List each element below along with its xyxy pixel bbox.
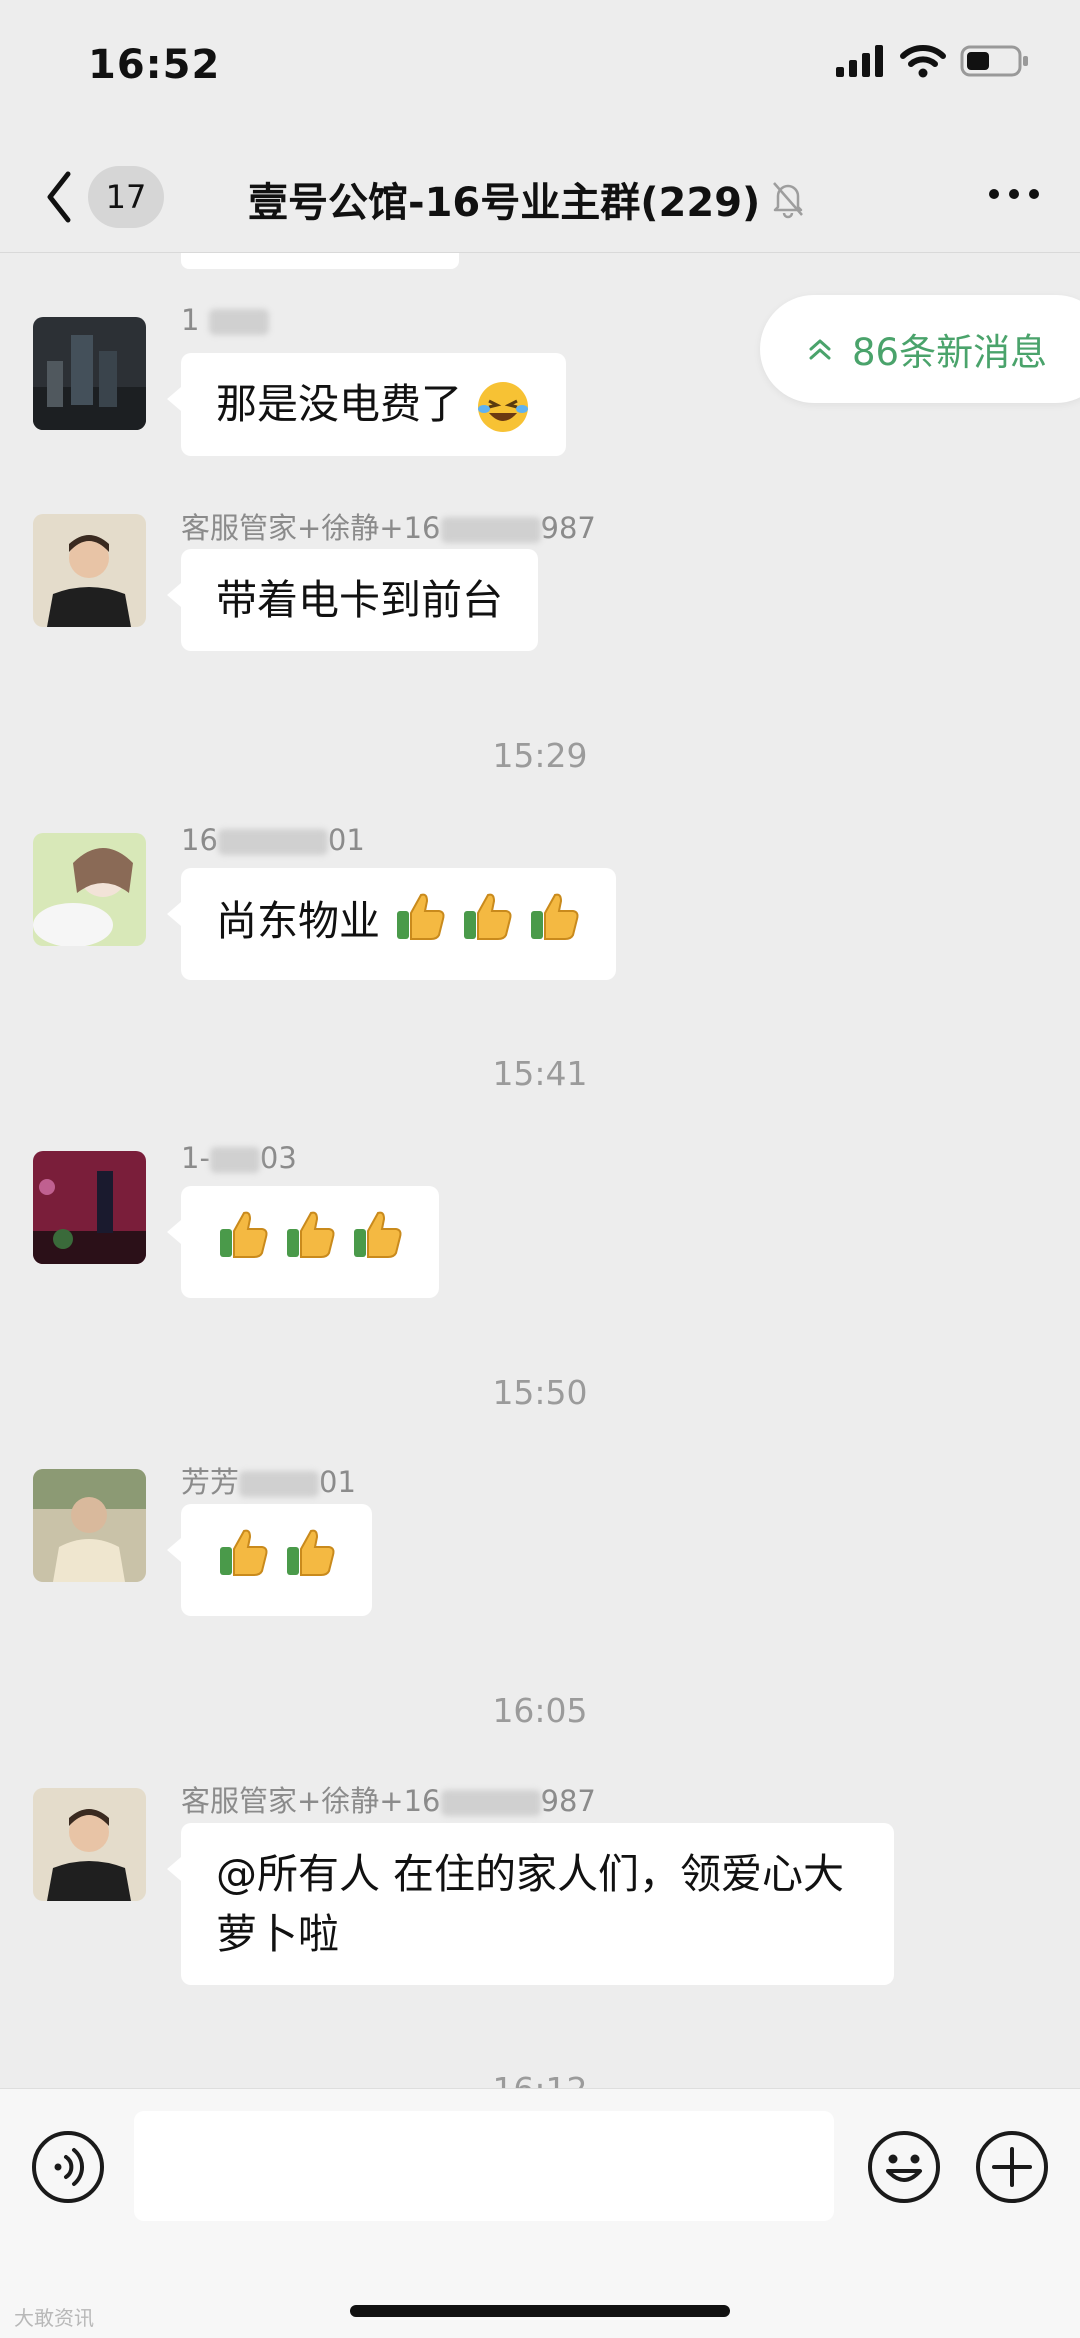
double-up-arrow-icon — [809, 339, 831, 360]
chat-title: 壹号公馆-16号业主群(229) — [248, 180, 761, 226]
unread-count-badge: 17 — [88, 166, 164, 228]
message-bubble[interactable]: 带着电卡到前台 — [167, 549, 538, 651]
battery-icon — [960, 45, 1028, 77]
home-indicator[interactable] — [350, 2305, 730, 2317]
message-bubble-partial — [181, 253, 459, 269]
mute-bell-icon — [773, 182, 804, 219]
voice-icon[interactable] — [30, 2129, 106, 2205]
status-bar: 16:52 — [0, 0, 1080, 140]
thumbs-up-emoji — [216, 1525, 270, 1595]
plus-icon[interactable] — [974, 2129, 1050, 2205]
timestamp: 15:50 — [492, 1373, 588, 1412]
thumbs-up-emoji — [283, 1207, 337, 1277]
thumbs-up-emoji — [393, 889, 447, 959]
avatar[interactable] — [33, 833, 146, 946]
timestamp: 15:29 — [492, 736, 588, 775]
message-text: 带着电卡到前台 — [216, 576, 503, 624]
watermark: 大敢资讯 — [14, 2306, 94, 2330]
message-bubble[interactable]: @所有人 在住的家人们，领爱心大萝卜啦 — [167, 1823, 894, 1985]
timestamp: 16:12 — [0, 2070, 1080, 2088]
timestamp: 15:41 — [492, 1054, 588, 1093]
avatar[interactable] — [33, 317, 146, 430]
thumbs-up-emoji — [283, 1525, 337, 1595]
back-button[interactable]: 17 — [44, 166, 174, 228]
status-time: 16:52 — [88, 42, 221, 88]
sender-name: 芳芳 01 — [181, 1465, 356, 1499]
status-icons — [836, 44, 1030, 78]
emoji-icon[interactable] — [866, 2129, 942, 2205]
thumbs-up-emoji — [350, 1207, 404, 1277]
input-bar — [0, 2088, 1080, 2338]
avatar[interactable] — [33, 514, 146, 627]
message-input[interactable] — [134, 2111, 834, 2221]
avatar[interactable] — [33, 1151, 146, 1264]
message-text: @所有人 在住的家人们，领爱心大萝卜啦 — [216, 1850, 845, 1958]
laughing-tears-emoji — [478, 382, 529, 432]
signal-icon — [836, 45, 883, 77]
message-bubble[interactable]: 尚东物业 — [166, 868, 617, 980]
avatar[interactable] — [33, 1469, 146, 1582]
thumbs-up-emoji — [527, 889, 581, 959]
sender-name: 客服管家+徐静+16 987 — [181, 511, 596, 545]
chat-header: 17 壹号公馆-16号业主群(229) — [0, 140, 1080, 253]
thumbs-up-emoji — [216, 1207, 270, 1277]
new-messages-button[interactable]: 86条新消息 — [760, 295, 1080, 403]
timestamp: 16:05 — [492, 1691, 588, 1730]
sender-name: 16 01 — [181, 823, 365, 857]
message-bubble[interactable]: 那是没电费了 — [166, 353, 567, 456]
message-list[interactable]: 1 那是没电费了 客服管家+徐静+16 987 带着电卡到前台 15:29 16… — [0, 253, 1080, 2088]
sender-name: 客服管家+徐静+16 987 — [181, 1784, 596, 1818]
sender-name: 1 — [181, 303, 269, 337]
chat-title-area[interactable]: 壹号公馆-16号业主群(229) — [248, 170, 806, 228]
message-text: 那是没电费了 — [216, 380, 462, 428]
new-messages-label: 86条新消息 — [852, 331, 1048, 374]
wifi-icon — [900, 45, 946, 78]
avatar[interactable] — [33, 1788, 146, 1901]
message-bubble[interactable] — [166, 1186, 440, 1298]
back-chevron-icon — [47, 171, 71, 223]
message-bubble[interactable] — [166, 1504, 373, 1616]
sender-name: 1- 03 — [181, 1141, 297, 1175]
more-dots-icon[interactable] — [986, 174, 1042, 214]
thumbs-up-emoji — [460, 889, 514, 959]
message-text: 尚东物业 — [216, 897, 380, 945]
